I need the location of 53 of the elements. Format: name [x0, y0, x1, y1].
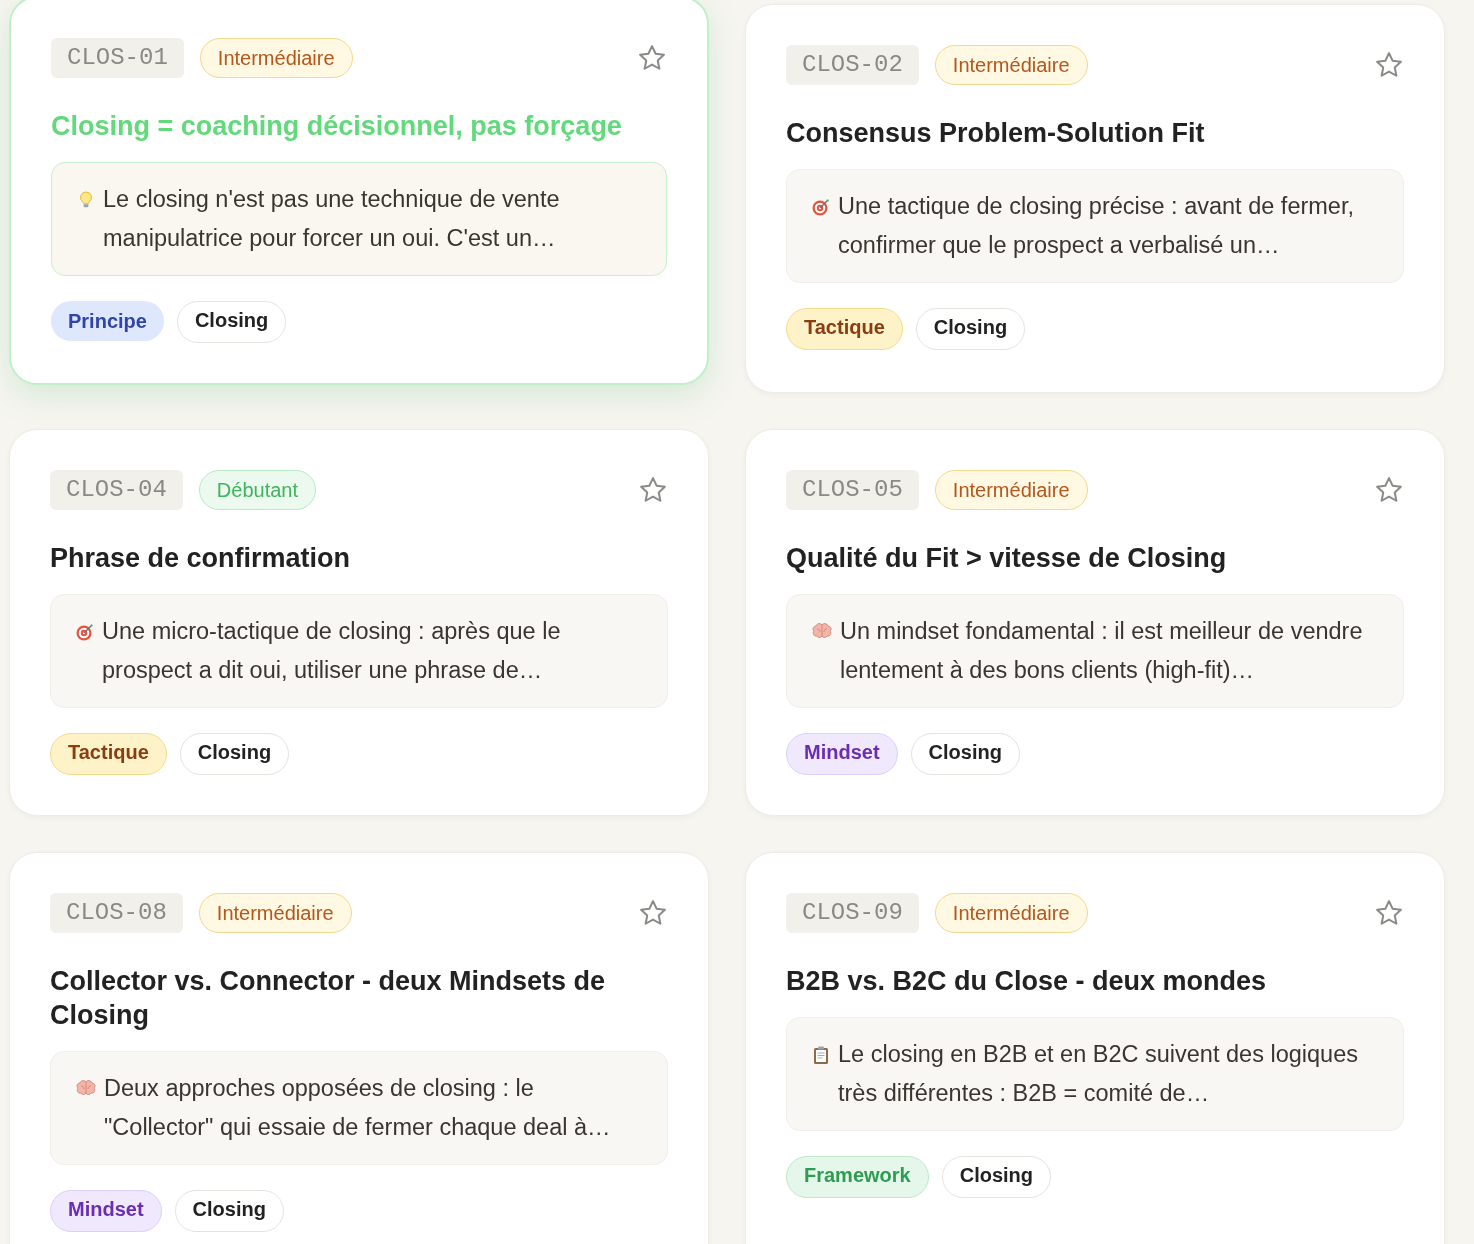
card-id: CLOS-09: [786, 893, 919, 933]
card-id: CLOS-02: [786, 45, 919, 85]
tag-pill: Closing: [910, 733, 1020, 775]
card-id: CLOS-08: [50, 893, 183, 933]
tag-pill: Closing: [941, 1156, 1052, 1198]
target-icon: [811, 197, 831, 217]
summary-text: Deux approches opposées de closing : le "Collector" qui essaie de fermer chaque deal à…: [104, 1074, 612, 1142]
tag-pill: Closing: [176, 301, 287, 343]
card-id: CLOS-04: [50, 470, 183, 510]
difficulty-badge: Débutant: [198, 470, 316, 510]
summary-text: Une tactique de closing précise : avant de fermer, confirmer que le prospect a verbalisé un…: [838, 192, 1355, 260]
tag-pill: Tactique: [50, 733, 167, 775]
summary-text: Le closing n'est pas une technique de vente manipulatrice pour forcer un oui. C'est un…: [103, 185, 561, 253]
card[interactable]: CLOS-01 Intermédiaire Closing = coaching décisionnel, pas forçage Le closing n'est pas une technique de vente manipulatrice pour forcer un oui. C'est un… Principe Closing: [9, 0, 709, 385]
difficulty-badge: Intermédiaire: [199, 38, 353, 78]
tag-pill: Mindset: [786, 733, 898, 775]
card[interactable]: CLOS-08 Intermédiaire Collector vs. Connector - deux Mindsets de Closing Deux approches opposées de closing : le "Collector" qui essaie de fermer chaque deal à… Mindset Closing: [9, 852, 709, 1244]
star-icon[interactable]: [1374, 50, 1404, 80]
summary-text: Le closing en B2B et en B2C suivent des logiques très différentes : B2B = comité de…: [838, 1040, 1359, 1108]
clipboard-icon: [811, 1045, 831, 1065]
card-title: Collector vs. Connector - deux Mindsets de Closing: [50, 965, 607, 1032]
tag-pill: Closing: [174, 1190, 284, 1232]
tag-pill: Mindset: [50, 1190, 162, 1232]
card-id: CLOS-01: [51, 38, 184, 78]
star-icon[interactable]: [638, 898, 668, 928]
card-id: CLOS-05: [786, 470, 919, 510]
card-title: Phrase de confirmation: [50, 542, 352, 575]
card-title: Consensus Problem-Solution Fit: [786, 117, 1206, 150]
star-icon[interactable]: [1374, 898, 1404, 928]
summary-text: Un mindset fondamental : il est meilleur de vendre lentement à des bons clients (high-fit)…: [840, 617, 1364, 685]
difficulty-badge: Intermédiaire: [198, 893, 352, 933]
card-title: Qualité du Fit > vitesse de Closing: [786, 542, 1228, 575]
tag-pill: Principe: [51, 301, 164, 341]
tag-pill: Tactique: [786, 308, 903, 350]
card[interactable]: CLOS-04 Débutant Phrase de confirmation Une micro-tactique de closing : après que le prospect a dit oui, utiliser une phrase de… Tactique Closing: [9, 429, 709, 816]
tag-pill: Closing: [179, 733, 290, 775]
tag-pill: Framework: [786, 1156, 929, 1198]
brain-icon: [75, 1079, 97, 1097]
card-title: B2B vs. B2C du Close - deux mondes: [786, 965, 1268, 998]
summary-text: Une micro-tactique de closing : après que le prospect a dit oui, utiliser une phrase de…: [102, 617, 562, 685]
difficulty-badge: Intermédiaire: [934, 470, 1088, 510]
tag-pill: Closing: [915, 308, 1026, 350]
card[interactable]: CLOS-09 Intermédiaire B2B vs. B2C du Close - deux mondes Le closing en B2B et en B2C suivent des logiques très différentes : B2B = comité de… Framework Closing: [745, 852, 1445, 1244]
star-icon[interactable]: [638, 475, 668, 505]
target-icon: [75, 622, 95, 642]
difficulty-badge: Intermédiaire: [934, 45, 1088, 85]
card[interactable]: CLOS-02 Intermédiaire Consensus Problem-Solution Fit Une tactique de closing précise : avant de fermer, confirmer que le prospect a verbalisé un… Tactique Closing: [745, 4, 1445, 393]
card-title: Closing = coaching décisionnel, pas forçage: [51, 110, 623, 143]
brain-icon: [811, 622, 833, 640]
star-icon[interactable]: [1374, 475, 1404, 505]
card[interactable]: CLOS-05 Intermédiaire Qualité du Fit > vitesse de Closing Un mindset fondamental : il est meilleur de vendre lentement à des bons clients (high-fit)… Mindset Closing: [745, 429, 1445, 816]
star-icon[interactable]: [637, 43, 667, 73]
difficulty-badge: Intermédiaire: [934, 893, 1088, 933]
